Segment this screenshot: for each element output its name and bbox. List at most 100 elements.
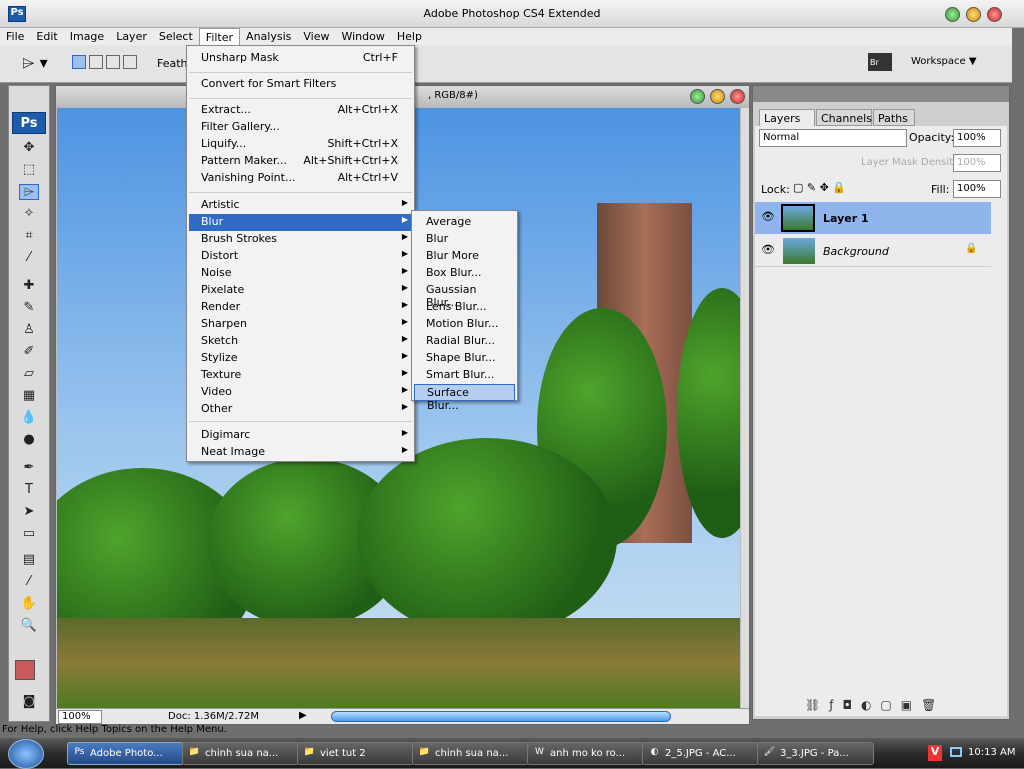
menu-view[interactable]: View: [297, 28, 335, 45]
menu-item-pattern-maker[interactable]: Pattern Maker... Alt+Shift+Ctrl+X: [189, 153, 412, 170]
crop-tool-icon[interactable]: ⌗: [19, 228, 39, 244]
blur-tool-icon[interactable]: 💧: [19, 410, 39, 426]
clone-stamp-icon[interactable]: ♙: [19, 322, 39, 338]
doc-info[interactable]: Doc: 1.36M/2.72M: [168, 711, 259, 722]
menu-filter[interactable]: Filter: [198, 28, 241, 45]
menu-item-noise[interactable]: Noise ▶: [189, 265, 412, 282]
layer-panel-footer-icons[interactable]: ⛓ƒ◘◐▢▣🗑: [805, 698, 945, 712]
menu-analysis[interactable]: Analysis: [240, 28, 297, 45]
taskbar-item[interactable]: Wanh mo ko ro...: [527, 742, 644, 765]
minimize-button[interactable]: [945, 7, 960, 22]
menu-edit[interactable]: Edit: [30, 28, 63, 45]
taskbar-item[interactable]: 📁 chinh sua na...: [182, 742, 299, 765]
dodge-tool-icon[interactable]: ●: [19, 432, 39, 448]
intersect-selection-icon[interactable]: [123, 55, 137, 69]
menu-item-texture[interactable]: Texture ▶: [189, 367, 412, 384]
taskbar-item[interactable]: 🖌 3_3.JPG - Pa...: [757, 742, 874, 765]
bridge-icon[interactable]: Br: [868, 53, 892, 71]
menu-layer[interactable]: Layer: [110, 28, 153, 45]
tab-paths[interactable]: Paths: [873, 109, 915, 126]
menu-window[interactable]: Window: [335, 28, 390, 45]
lasso-tool-icon[interactable]: ⌲: [19, 184, 39, 200]
hand-tool-icon[interactable]: ✋: [19, 596, 39, 612]
marquee-tool-icon[interactable]: ⬚: [19, 162, 39, 178]
menu-item-unsharp-mask[interactable]: Unsharp Mask Ctrl+F: [189, 50, 412, 67]
menu-item-sharpen[interactable]: Sharpen ▶: [189, 316, 412, 333]
foreground-color-swatch[interactable]: [15, 660, 35, 680]
menu-item-video[interactable]: Video ▶: [189, 384, 412, 401]
visibility-eye-icon[interactable]: 👁: [761, 210, 775, 223]
menu-item-convert-smart-filters[interactable]: Convert for Smart Filters: [189, 76, 412, 93]
zoom-tool-icon[interactable]: 🔍: [19, 618, 39, 634]
menu-item-neat-image[interactable]: Neat Image ▶: [189, 444, 412, 461]
brush-tool-icon[interactable]: ✎: [19, 300, 39, 316]
tab-channels[interactable]: Channels: [816, 109, 872, 126]
new-selection-icon[interactable]: [72, 55, 86, 69]
pen-tool-icon[interactable]: ✒: [19, 460, 39, 476]
menu-item-smart-blur[interactable]: Smart Blur...: [414, 367, 515, 384]
tray-v-icon[interactable]: V: [928, 745, 942, 761]
menu-item-stylize[interactable]: Stylize ▶: [189, 350, 412, 367]
close-button[interactable]: [987, 7, 1002, 22]
subtract-selection-icon[interactable]: [106, 55, 120, 69]
menu-file[interactable]: File: [0, 28, 30, 45]
doc-close-button[interactable]: [730, 89, 745, 104]
path-selection-icon[interactable]: ➤: [19, 504, 39, 520]
menu-item-distort[interactable]: Distort ▶: [189, 248, 412, 265]
vertical-scrollbar[interactable]: [741, 108, 749, 708]
doc-minimize-button[interactable]: [690, 89, 705, 104]
menu-item-sketch[interactable]: Sketch ▶: [189, 333, 412, 350]
layer-row-layer-1[interactable]: 👁 Layer 1: [755, 202, 991, 234]
menu-item-liquify[interactable]: Liquify... Shift+Ctrl+X: [189, 136, 412, 153]
workspace-button[interactable]: Workspace ▼: [911, 56, 977, 67]
menu-item-shape-blur[interactable]: Shape Blur...: [414, 350, 515, 367]
taskbar-item[interactable]: Ps Adobe Photo...: [67, 742, 184, 765]
doc-maximize-button[interactable]: [710, 89, 725, 104]
fill-field[interactable]: 100%: [953, 180, 1001, 198]
menu-item-brush-strokes[interactable]: Brush Strokes ▶: [189, 231, 412, 248]
menu-item-blur[interactable]: Blur ▶: [189, 214, 412, 231]
menu-item-gaussian-blur[interactable]: Gaussian Blur...: [414, 282, 515, 309]
opacity-field[interactable]: 100%: [953, 129, 1001, 147]
healing-brush-icon[interactable]: ✚: [19, 278, 39, 294]
menu-item-render[interactable]: Render ▶: [189, 299, 412, 316]
lock-icons[interactable]: ▢ ✎ ✥ 🔒: [793, 181, 846, 194]
start-button[interactable]: [8, 739, 44, 769]
eyedropper-3d-icon[interactable]: ⁄: [19, 574, 39, 590]
menu-item-pixelate[interactable]: Pixelate ▶: [189, 282, 412, 299]
notes-tool-icon[interactable]: ▤: [19, 552, 39, 568]
menu-select[interactable]: Select: [153, 28, 199, 45]
menu-item-radial-blur[interactable]: Radial Blur...: [414, 333, 515, 350]
taskbar-item[interactable]: ◐ 2_5.JPG - AC...: [642, 742, 759, 765]
lasso-tool-preset-icon[interactable]: ⌲ ▾: [22, 53, 48, 73]
taskbar-item[interactable]: 📁 chinh sua na...: [412, 742, 529, 765]
history-brush-icon[interactable]: ✐: [19, 344, 39, 360]
menu-item-box-blur[interactable]: Box Blur...: [414, 265, 515, 282]
type-tool-icon[interactable]: T: [19, 482, 39, 498]
menu-item-average[interactable]: Average: [414, 214, 515, 231]
maximize-button[interactable]: [966, 7, 981, 22]
horizontal-scrollbar[interactable]: [331, 711, 671, 722]
menu-item-digimarc[interactable]: Digimarc ▶: [189, 427, 412, 444]
blend-mode-select[interactable]: Normal: [759, 129, 907, 147]
gradient-tool-icon[interactable]: ▦: [19, 388, 39, 404]
layer-row-background[interactable]: 👁 Background 🔒: [755, 235, 991, 267]
eyedropper-icon[interactable]: ⁄: [19, 250, 39, 266]
tab-layers[interactable]: Layers ×: [759, 109, 815, 138]
menu-image[interactable]: Image: [64, 28, 110, 45]
tray-network-icon[interactable]: [950, 747, 962, 757]
menu-item-motion-blur[interactable]: Motion Blur...: [414, 316, 515, 333]
menu-help[interactable]: Help: [391, 28, 428, 45]
quick-mask-icon[interactable]: ◙: [19, 694, 39, 710]
move-tool-icon[interactable]: ✥: [19, 140, 39, 156]
menu-item-lens-blur[interactable]: Lens Blur...: [414, 299, 515, 316]
status-menu-arrow[interactable]: ▶: [299, 710, 307, 721]
menu-item-vanishing-point[interactable]: Vanishing Point... Alt+Ctrl+V: [189, 170, 412, 187]
menu-item-blur-more[interactable]: Blur More: [414, 248, 515, 265]
menu-item-artistic[interactable]: Artistic ▶: [189, 197, 412, 214]
visibility-eye-icon[interactable]: 👁: [761, 243, 775, 256]
menu-item-other[interactable]: Other ▶: [189, 401, 412, 418]
taskbar-item[interactable]: 📁 viet tut 2: [297, 742, 414, 765]
magic-wand-icon[interactable]: ✧: [19, 206, 39, 222]
add-selection-icon[interactable]: [89, 55, 103, 69]
